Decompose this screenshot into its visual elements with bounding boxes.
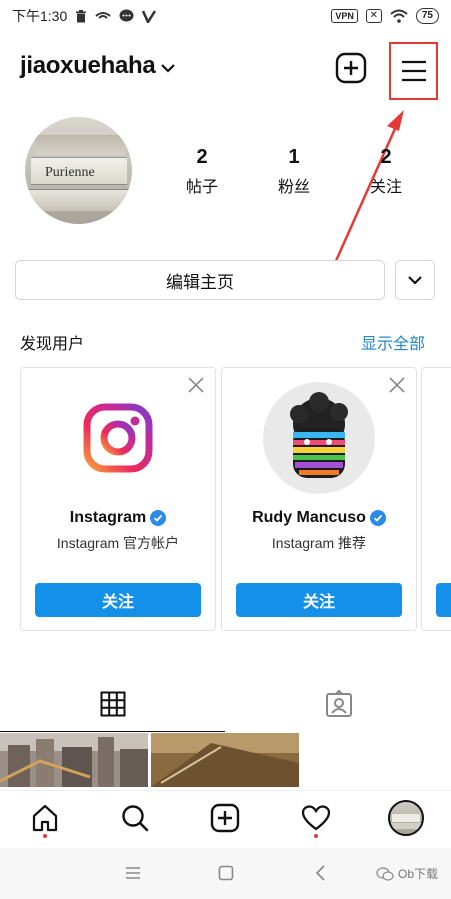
follow-button[interactable]: 关注	[35, 583, 201, 617]
home-icon	[32, 804, 58, 831]
following-stat[interactable]: 2 关注	[356, 146, 416, 197]
suggestion-subtitle: Instagram 官方帐户	[56, 535, 180, 551]
followers-stat[interactable]: 1 粉丝	[264, 146, 324, 197]
tab-posts-grid[interactable]	[0, 676, 225, 732]
suggestion-card: Instagram Instagram 官方帐户 关注	[20, 367, 216, 631]
username: jiaoxuehaha	[20, 52, 156, 79]
posts-stat[interactable]: 2 帖子	[172, 146, 232, 197]
bottom-navigation	[0, 790, 451, 844]
nav-activity[interactable]	[294, 796, 338, 840]
notification-dot	[313, 833, 318, 838]
vpn-badge: VPN	[331, 9, 358, 23]
suggestion-name-text: Instagram	[69, 509, 147, 526]
back-button[interactable]	[307, 860, 333, 886]
verified-badge-icon	[369, 510, 386, 526]
signal-swirl-icon	[95, 10, 111, 22]
search-icon	[122, 804, 149, 831]
add-post-icon	[335, 52, 367, 84]
posts-grid	[0, 733, 451, 787]
tagged-icon	[325, 690, 352, 717]
follow-button[interactable]: 关注	[236, 583, 402, 617]
suggestions-toggle-button[interactable]	[395, 260, 435, 300]
profile-summary: Purienne 2 帖子 1 粉丝 2 关注	[0, 112, 451, 232]
menu-lines-icon	[126, 867, 140, 879]
profile-tabs	[0, 676, 451, 732]
suggestion-avatar[interactable]	[263, 382, 375, 494]
recents-button[interactable]	[120, 860, 146, 886]
discover-title: 发现用户	[20, 336, 85, 353]
post-thumbnail[interactable]	[0, 733, 148, 787]
suggestion-card-partial	[421, 367, 451, 631]
close-icon	[188, 377, 204, 393]
follow-button-partial[interactable]	[436, 583, 451, 617]
nav-search[interactable]	[113, 796, 157, 840]
nav-profile[interactable]	[384, 796, 428, 840]
profile-avatar-small	[387, 799, 424, 836]
profile-avatar[interactable]: Purienne	[25, 117, 132, 224]
square-icon	[218, 865, 234, 881]
back-chevron-icon	[315, 865, 325, 881]
following-count: 2	[380, 146, 392, 168]
edit-profile-button[interactable]: 编辑主页	[15, 260, 385, 300]
posts-count: 2	[196, 146, 208, 168]
watermark: Ob下载	[376, 865, 438, 882]
home-button[interactable]	[213, 860, 239, 886]
menu-icon	[401, 60, 426, 82]
post-thumbnail[interactable]	[151, 733, 299, 787]
system-navigation-bar: Ob下载	[0, 848, 451, 899]
watermark-text: Ob下载	[398, 867, 439, 881]
suggestion-name-text: Rudy Mancuso	[252, 509, 366, 526]
wifi-icon	[390, 9, 408, 23]
followers-label: 粉丝	[277, 179, 310, 196]
status-bar: 下午1:30 VPN ✕ 75	[0, 0, 451, 32]
tab-tagged[interactable]	[226, 676, 451, 732]
edit-profile-row: 编辑主页	[0, 260, 451, 302]
instagram-logo-icon[interactable]	[62, 382, 174, 494]
followers-count: 1	[288, 146, 300, 168]
trash-icon	[75, 9, 87, 23]
suggested-users-carousel[interactable]: Instagram Instagram 官方帐户 关注 Rudy Mancuso…	[0, 367, 451, 633]
dismiss-button[interactable]	[388, 376, 406, 394]
chevron-down-icon	[408, 276, 422, 285]
suggestion-name[interactable]: Instagram	[21, 509, 215, 527]
chat-icon	[119, 9, 134, 23]
add-post-button[interactable]	[335, 52, 367, 84]
account-switcher[interactable]: jiaoxuehaha	[20, 52, 176, 80]
following-label: 关注	[369, 179, 402, 196]
no-sim-icon: ✕	[365, 9, 382, 23]
app-v-icon	[142, 9, 157, 23]
add-icon	[211, 803, 240, 832]
close-icon	[389, 377, 405, 393]
suggestion-card: Rudy Mancuso Instagram 推荐 关注	[221, 367, 417, 631]
suggestion-subtitle: Instagram 推荐	[271, 535, 367, 551]
notification-dot	[43, 833, 48, 838]
battery-indicator: 75	[415, 8, 439, 24]
see-all-link[interactable]: 显示全部	[361, 330, 425, 354]
verified-badge-icon	[150, 510, 167, 526]
wechat-icon	[376, 866, 394, 881]
posts-label: 帖子	[185, 179, 218, 196]
chevron-down-icon	[161, 52, 176, 80]
heart-icon	[301, 804, 330, 830]
avatar-book-title: Purienne	[45, 165, 95, 180]
grid-icon	[100, 691, 125, 716]
profile-header: jiaoxuehaha	[0, 40, 451, 100]
clock: 下午1:30	[12, 8, 68, 24]
nav-home[interactable]	[23, 796, 67, 840]
dismiss-button[interactable]	[187, 376, 205, 394]
suggestion-name[interactable]: Rudy Mancuso	[222, 509, 416, 527]
nav-create[interactable]	[203, 796, 247, 840]
menu-button[interactable]	[389, 42, 438, 100]
